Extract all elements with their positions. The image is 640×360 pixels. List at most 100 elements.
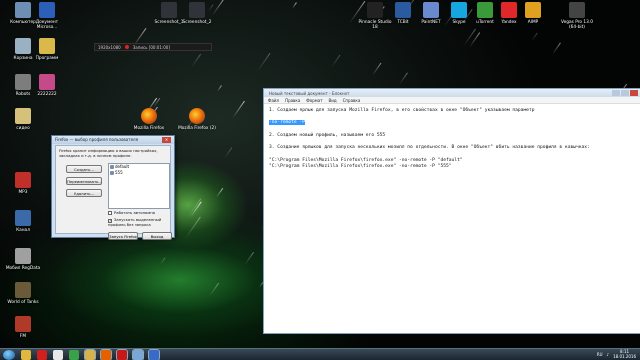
rename-profile-button[interactable]: Переименовать... bbox=[66, 177, 102, 185]
desktop-icon-label: Mozilla Firefox (2) bbox=[178, 126, 216, 131]
maximize-icon[interactable] bbox=[621, 90, 629, 96]
selected-text: -no-remote -P bbox=[269, 120, 305, 126]
resolution-label: 1920x1080 bbox=[98, 44, 121, 50]
desktop-icon-программ[interactable]: Программ bbox=[28, 38, 66, 61]
desktop-icon-screenshot-2[interactable]: Screenshot_2 bbox=[178, 2, 216, 25]
delete-profile-button[interactable]: Удалить... bbox=[66, 189, 102, 197]
desktop-icon-документ-microso[interactable]: Документ Microso... bbox=[28, 2, 66, 30]
explorer-icon[interactable] bbox=[21, 349, 31, 360]
app-icon bbox=[189, 2, 205, 18]
notepad-icon[interactable] bbox=[132, 348, 144, 360]
opera-icon[interactable] bbox=[37, 349, 47, 360]
desktop-icon-label: Канал bbox=[16, 228, 30, 233]
app-icon bbox=[39, 2, 55, 18]
app-icon bbox=[395, 2, 411, 18]
yandex-icon[interactable] bbox=[53, 349, 63, 360]
offline-checkbox[interactable]: Работать автономно bbox=[108, 210, 172, 216]
volume-icon[interactable]: ♪ bbox=[607, 352, 610, 357]
close-icon[interactable]: ✕ bbox=[162, 137, 171, 143]
app-icon bbox=[15, 316, 31, 332]
desktop-icon-label: Vegas Pro 13.0 (64-bit) bbox=[561, 20, 593, 30]
desktop-icon-world-of-tanks[interactable]: World of Tanks bbox=[4, 282, 42, 305]
system-tray: RU ♪ 8:11 18.01.2016 bbox=[597, 349, 636, 359]
minimize-icon[interactable] bbox=[612, 90, 620, 96]
app-icon bbox=[15, 282, 31, 298]
menu-file[interactable]: Файл bbox=[268, 98, 279, 103]
desktop: Компьютер Документ Microso... Корзина Прогр… bbox=[0, 0, 640, 348]
desktop-icon-label: Screenshot_2 bbox=[182, 20, 212, 25]
firefox-profile-dialog: Firefox — выбор профиля пользователя ✕ F… bbox=[51, 135, 175, 240]
app-icon bbox=[15, 172, 31, 188]
exit-button[interactable]: Выход bbox=[142, 232, 172, 240]
dialog-body: Firefox хранит информацию о ваших настро… bbox=[55, 145, 172, 240]
app-icon bbox=[451, 2, 467, 18]
app-icon bbox=[569, 2, 585, 18]
desktop-icon-label: Mozilla Firefox bbox=[133, 126, 165, 131]
firefox-icon[interactable] bbox=[100, 348, 112, 360]
app-icon bbox=[15, 210, 31, 226]
notepad-title: Новый текстовый документ - Блокнот bbox=[269, 91, 350, 96]
notepad-text-area[interactable]: 1. Создаем ярлык для запуска Mozilla Fir… bbox=[264, 104, 640, 174]
app-icon bbox=[367, 2, 383, 18]
folder-icon[interactable] bbox=[84, 348, 96, 360]
app-icon bbox=[39, 74, 55, 90]
desktop-icon-канал[interactable]: Канал bbox=[4, 210, 42, 233]
taskbar: RU ♪ 8:11 18.01.2016 bbox=[0, 348, 640, 360]
desktop-icon-сидео[interactable]: сидео bbox=[4, 108, 42, 131]
desktop-icon-mozilla-firefox[interactable]: Mozilla Firefox bbox=[130, 108, 168, 131]
desktop-icon-label: Документ Microso... bbox=[35, 20, 59, 30]
record-icon[interactable] bbox=[116, 348, 128, 360]
desktop-icon-fm[interactable]: FM bbox=[4, 316, 42, 339]
app-icon bbox=[39, 38, 55, 54]
desktop-icon-мобил-regdata[interactable]: Мобил RegData bbox=[4, 248, 42, 271]
language-indicator[interactable]: RU bbox=[597, 352, 603, 357]
recorder-bar[interactable]: 1920x1080 Запись [00:01:00] bbox=[94, 43, 212, 51]
dialog-titlebar[interactable]: Firefox — выбор профиля пользователя ✕ bbox=[52, 136, 174, 144]
player-icon[interactable] bbox=[148, 348, 160, 360]
dialog-description: Firefox хранит информацию о ваших настро… bbox=[59, 148, 158, 158]
menu-format[interactable]: Формат bbox=[306, 98, 322, 103]
text-line: 3. Создание ярлыков для запуска нескольк… bbox=[269, 145, 590, 151]
app-icon bbox=[161, 2, 177, 18]
desktop-icon-label: AIMP bbox=[527, 20, 539, 25]
desktop-icon-mozilla-firefox-2[interactable]: Mozilla Firefox (2) bbox=[178, 108, 216, 131]
desktop-icon-label: World of Tanks bbox=[7, 300, 39, 305]
text-line: "C:\Program Files\Mozilla Firefox\firefo… bbox=[269, 163, 452, 169]
app-icon bbox=[15, 108, 31, 124]
text-line: 2. Создаем новый профиль, называем его 5… bbox=[269, 132, 386, 138]
app-icon bbox=[15, 248, 31, 264]
notepad-window: Новый текстовый документ - Блокнот Файл … bbox=[263, 88, 640, 334]
desktop-icon-2222222[interactable]: 2222222 bbox=[28, 74, 66, 97]
menu-help[interactable]: Справка bbox=[343, 98, 361, 103]
autostart-checkbox[interactable]: ✓ Запускать выделенный профиль без запрос… bbox=[108, 217, 172, 228]
profile-item[interactable]: 555 bbox=[109, 170, 169, 176]
start-button[interactable] bbox=[3, 349, 15, 360]
desktop-icon-label: сидео bbox=[16, 126, 30, 131]
profile-list[interactable]: default 555 bbox=[108, 163, 170, 209]
app-icon bbox=[525, 2, 541, 18]
create-profile-button[interactable]: Создать... bbox=[66, 165, 102, 173]
app-icon bbox=[189, 108, 205, 124]
record-status: Запись [00:01:00] bbox=[132, 44, 170, 50]
desktop-icon-label: Мобил RegData bbox=[5, 266, 41, 271]
desktop-icon-vegas-pro-13-0-64-bit[interactable]: Vegas Pro 13.0 (64-bit) bbox=[558, 2, 596, 30]
desktop-icon-label: 2222222 bbox=[37, 92, 57, 97]
desktop-icon-label: MP3 bbox=[18, 190, 28, 195]
desktop-icon-label: FM bbox=[19, 334, 27, 339]
desktop-icon-mp3[interactable]: MP3 bbox=[4, 172, 42, 195]
menu-view[interactable]: Вид bbox=[329, 98, 337, 103]
app-icon bbox=[141, 108, 157, 124]
menu-edit[interactable]: Правка bbox=[285, 98, 300, 103]
close-icon[interactable] bbox=[630, 90, 638, 96]
desktop-icon-aimp[interactable]: AIMP bbox=[514, 2, 552, 25]
app-icon bbox=[423, 2, 439, 18]
clock[interactable]: 8:11 18.01.2016 bbox=[613, 349, 636, 359]
text-line: 1. Создаем ярлык для запуска Mozilla Fir… bbox=[269, 108, 535, 113]
start-firefox-button[interactable]: Запуск Firefox bbox=[108, 232, 138, 240]
notepad-titlebar[interactable]: Новый текстовый документ - Блокнот bbox=[264, 89, 640, 97]
chrome-icon[interactable] bbox=[69, 349, 79, 360]
notepad-menu: Файл Правка Формат Вид Справка bbox=[264, 97, 640, 104]
record-dot-icon bbox=[124, 45, 129, 49]
dialog-title: Firefox — выбор профиля пользователя bbox=[55, 137, 138, 142]
clock-date: 18.01.2016 bbox=[613, 353, 636, 359]
